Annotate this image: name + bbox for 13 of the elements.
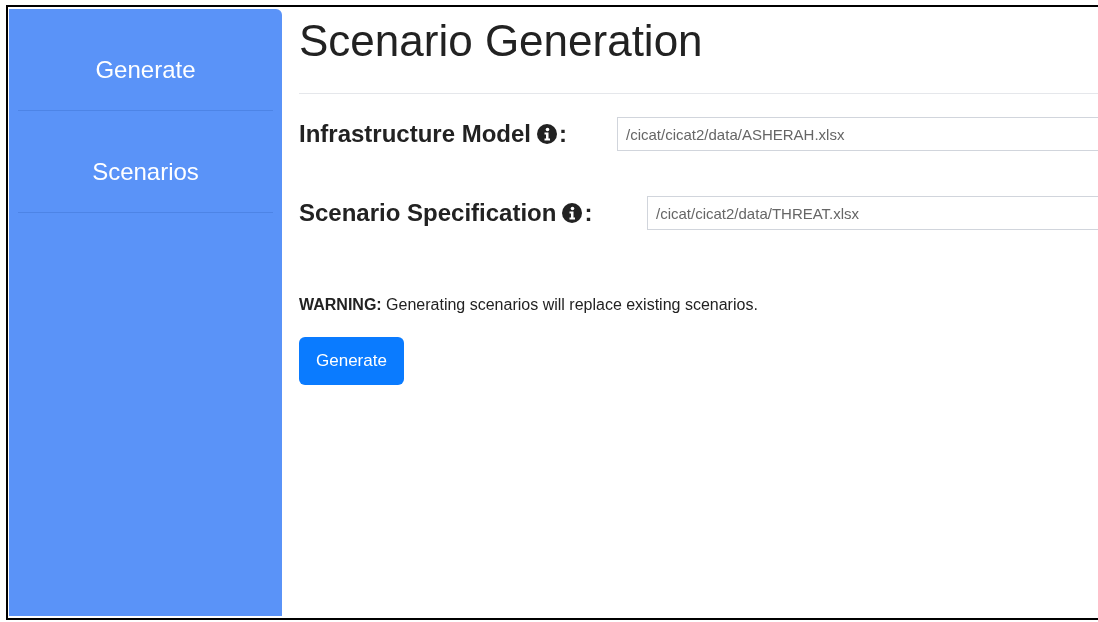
colon: : [584,198,593,228]
info-icon[interactable] [537,124,558,144]
sidebar-item[interactable]: Scenarios [18,111,273,213]
field-label: Scenario Specification [299,198,557,228]
page-title: Scenario Generation [299,15,1098,94]
colon: : [559,119,568,149]
field-label: Infrastructure Model [299,119,532,149]
generate-button[interactable]: Generate [299,337,404,385]
file-path-field[interactable]: /cicat/cicat2/data/ASHERAH.xlsx [617,117,1098,151]
sidebar-item[interactable]: Generate [18,9,273,111]
file-path-field[interactable]: /cicat/cicat2/data/THREAT.xlsx [647,196,1098,230]
warning-text: WARNING: Generating scenarios will replace existing scenarios. [299,295,759,315]
info-icon[interactable] [562,203,583,223]
